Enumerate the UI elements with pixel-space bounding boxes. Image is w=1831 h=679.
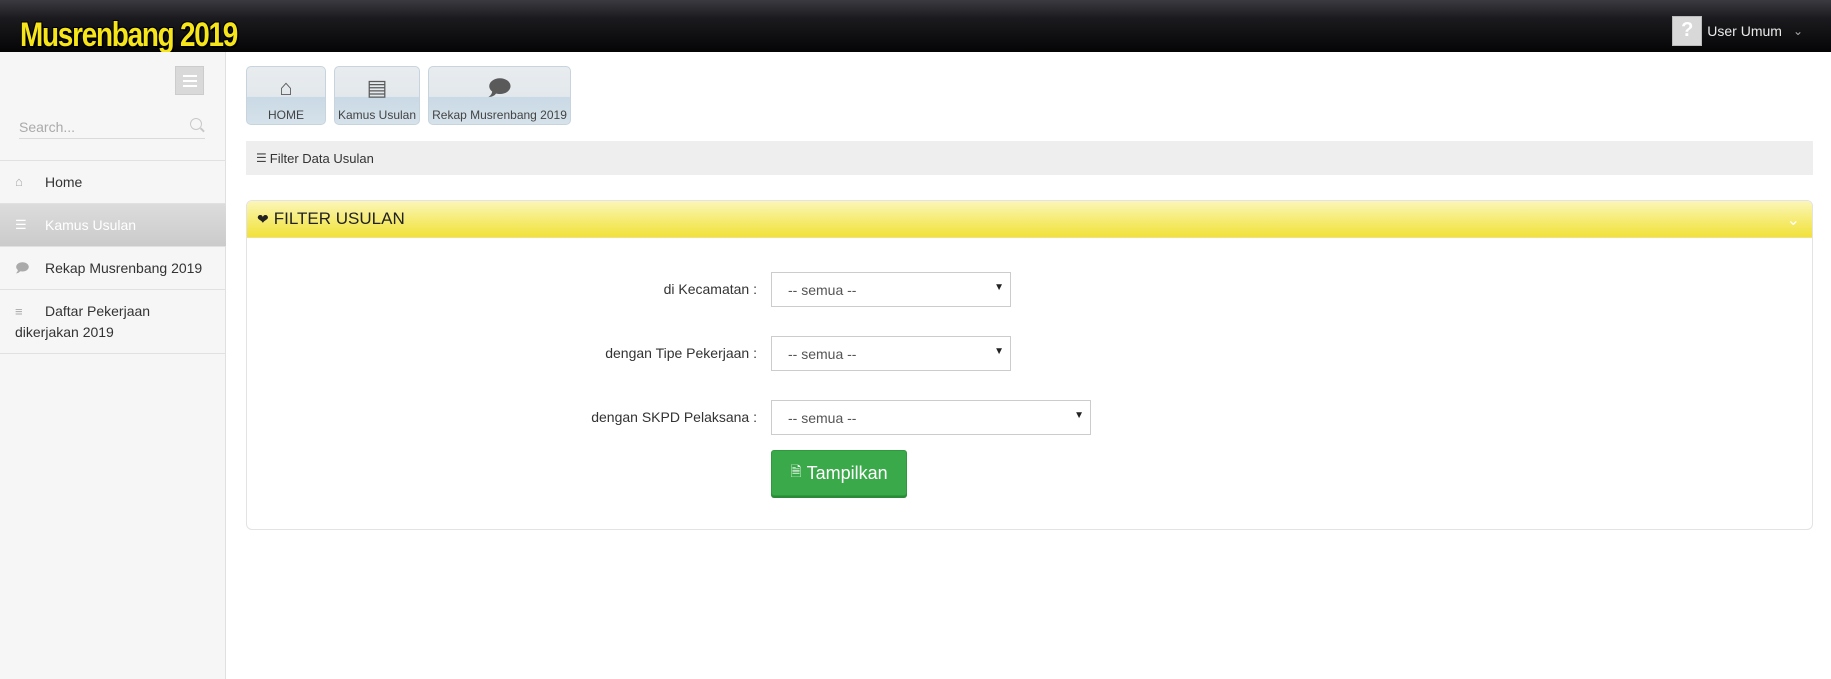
shortcut-kamus-usulan[interactable]: ▤ Kamus Usulan (334, 66, 420, 125)
home-icon: ⌂ (15, 174, 23, 189)
question-mark-icon: ? (1672, 15, 1703, 46)
sidebar-item-label: Daftar Pekerjaan dikerjakan 2019 (15, 303, 151, 340)
list-icon: ☰ (15, 217, 27, 232)
dropdown-arrow-icon: ▼ (994, 346, 1004, 357)
shortcut-label: Rekap Musrenbang 2019 (432, 108, 567, 122)
file-icon: 🗎 (790, 463, 802, 479)
field-label-kecamatan: di Kecamatan : (663, 281, 757, 297)
filter-panel: ❤ FILTER USULAN ⌄ di Kecamatan : -- semu… (246, 200, 1813, 530)
search-input[interactable] (19, 115, 205, 139)
breadcrumb-label: Filter Data Usulan (269, 150, 374, 166)
breadcrumb: ☰ Filter Data Usulan (246, 141, 1813, 175)
top-navbar: Musrenbang 2019 ? User Umum ⌄ (0, 0, 1831, 52)
tampilkan-button[interactable]: 🗎 Tampilkan (771, 450, 907, 496)
sidebar-item-kamus-usulan[interactable]: ☰ Kamus Usulan (0, 204, 226, 247)
skpd-pelaksana-select[interactable]: -- semua -- ▼ (771, 400, 1091, 435)
list-bullets-icon: ≡ (15, 304, 23, 319)
panel-header[interactable]: ❤ FILTER USULAN ⌄ (247, 201, 1812, 238)
sidebar-item-label: Rekap Musrenbang 2019 (45, 260, 203, 276)
shortcut-home[interactable]: ⌂ HOME (246, 66, 326, 125)
dropdown-arrow-icon: ▼ (1074, 410, 1084, 421)
dropdown-arrow-icon: ▼ (994, 282, 1004, 293)
kecamatan-select[interactable]: -- semua -- ▼ (771, 272, 1011, 307)
button-label: Tampilkan (806, 462, 888, 483)
select-value: -- semua -- (788, 345, 857, 362)
sidebar-item-home[interactable]: ⌂ Home (0, 161, 226, 204)
sidebar-collapse-button[interactable] (175, 66, 204, 95)
shortcut-label: HOME (268, 108, 304, 122)
menu-icon (182, 74, 197, 77)
app-logo[interactable]: Musrenbang 2019 (20, 18, 238, 52)
user-name: User Umum (1707, 22, 1782, 39)
sidebar: ⌂ Home ☰ Kamus Usulan 🗩 Rekap Musrenbang… (0, 52, 226, 679)
home-icon: ⌂ (279, 75, 293, 100)
list-icon: ☰ (256, 151, 267, 165)
search-icon[interactable] (190, 118, 202, 130)
server-icon: ▤ (366, 75, 388, 100)
user-menu[interactable]: ? User Umum ⌄ (1672, 15, 1803, 46)
comments-icon: 🗩 (15, 260, 30, 275)
sidebar-item-rekap-musrenbang[interactable]: 🗩 Rekap Musrenbang 2019 (0, 247, 226, 290)
chevron-down-icon[interactable]: ⌄ (1787, 210, 1800, 230)
shortcut-rekap-musrenbang[interactable]: 🗩 Rekap Musrenbang 2019 (428, 66, 571, 125)
chevron-down-icon: ⌄ (1792, 23, 1803, 38)
sidebar-item-daftar-pekerjaan[interactable]: ≡ Daftar Pekerjaan dikerjakan 2019 (0, 290, 226, 354)
select-value: -- semua -- (788, 409, 857, 426)
comments-icon: 🗩 (487, 75, 512, 100)
sidebar-nav: ⌂ Home ☰ Kamus Usulan 🗩 Rekap Musrenbang… (0, 160, 226, 354)
tipe-pekerjaan-select[interactable]: -- semua -- ▼ (771, 336, 1011, 371)
sidebar-item-label: Kamus Usulan (45, 217, 137, 233)
select-value: -- semua -- (788, 281, 857, 298)
panel-title: FILTER USULAN (273, 209, 405, 228)
field-label-skpd-pelaksana: dengan SKPD Pelaksana : (591, 409, 757, 425)
shortcut-label: Kamus Usulan (337, 108, 417, 122)
sidebar-item-label: Home (45, 174, 83, 190)
field-label-tipe-pekerjaan: dengan Tipe Pekerjaan : (605, 345, 757, 361)
heart-icon: ❤ (257, 210, 269, 227)
